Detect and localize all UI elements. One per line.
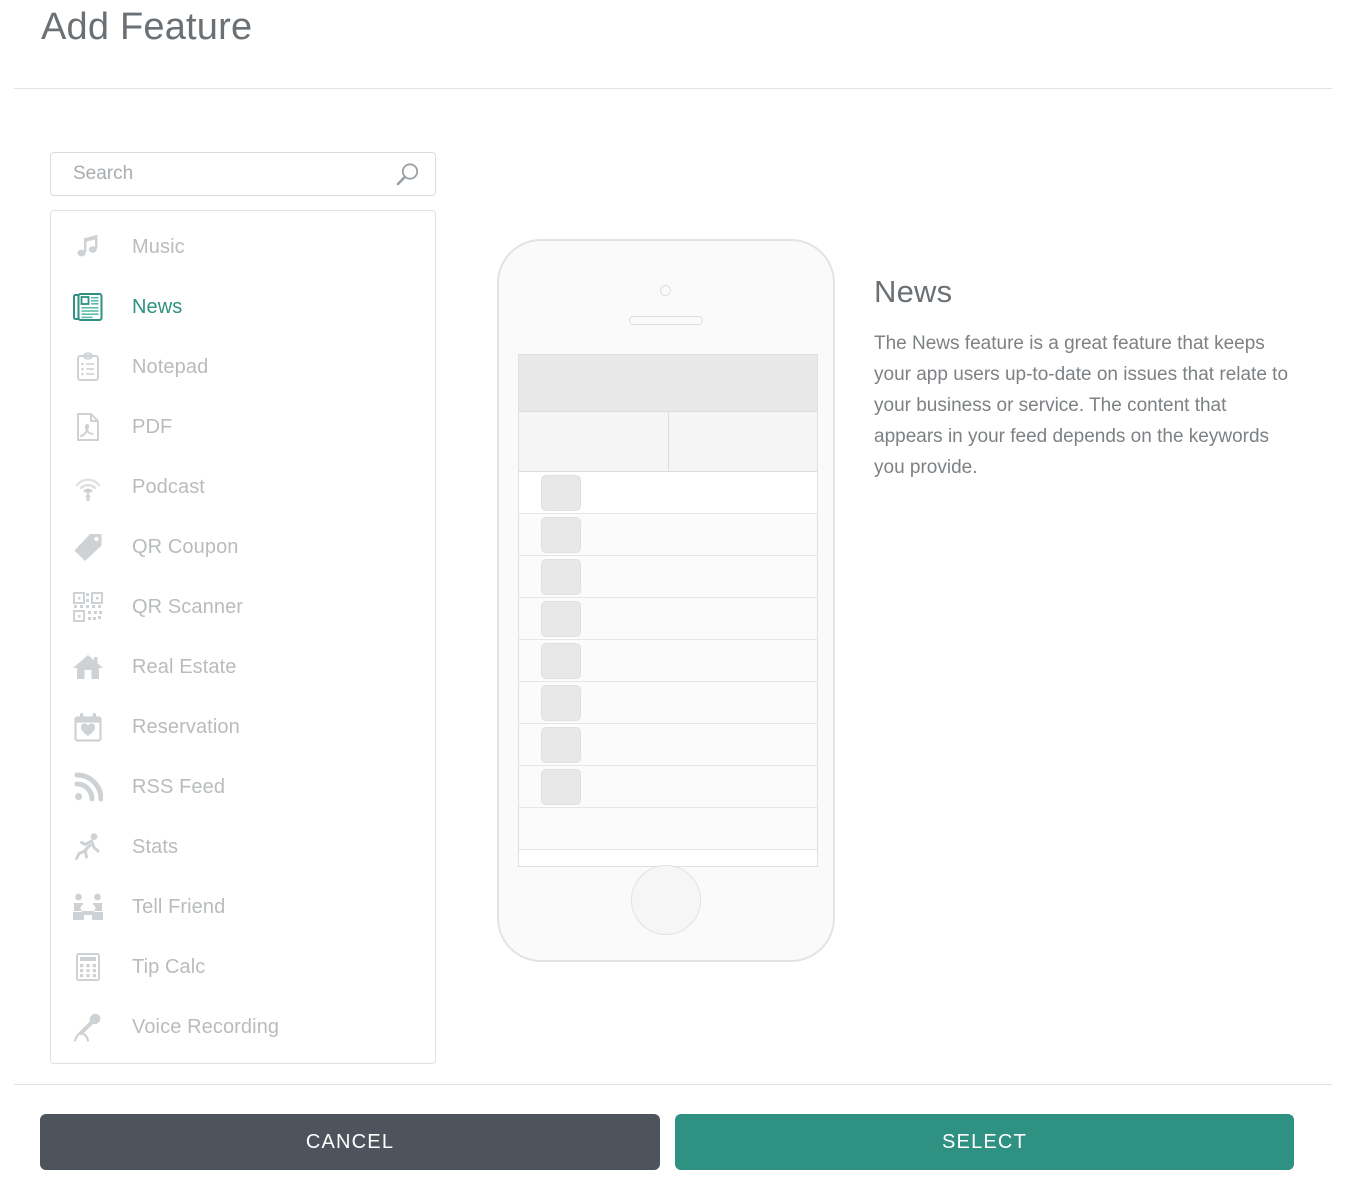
preview-row [519, 472, 817, 514]
feature-item-label: RSS Feed [132, 775, 226, 798]
page-title: Add Feature [41, 6, 253, 48]
preview-row [519, 766, 817, 808]
feature-item-label: Podcast [132, 475, 205, 498]
dialog-header: Add Feature [0, 0, 1346, 86]
feature-item-qr-coupon[interactable]: QR Coupon [51, 517, 435, 577]
select-button[interactable]: SELECT [675, 1114, 1294, 1170]
preview-thumbnail [541, 726, 581, 763]
two-people-icon [71, 890, 105, 924]
feature-item-notepad[interactable]: Notepad [51, 337, 435, 397]
preview-thumbnail [541, 642, 581, 679]
feature-item-voice-recording[interactable]: Voice Recording [51, 997, 435, 1057]
feature-item-label: QR Scanner [132, 595, 244, 618]
phone-home-button [631, 865, 701, 935]
preview-thumbnail [541, 600, 581, 637]
rss-icon [71, 770, 105, 804]
feature-item-label: Stats [132, 835, 179, 858]
preview-tab [667, 412, 817, 471]
running-person-icon [71, 830, 105, 864]
preview-tabs [519, 412, 817, 472]
podcast-icon [71, 470, 105, 504]
feature-detail-description: The News feature is a great feature that… [874, 333, 1289, 478]
feature-list[interactable]: Music News Notepad PDF Podcast QR Coupon… [50, 210, 436, 1064]
phone-speaker-icon [629, 316, 703, 325]
preview-thumbnail [541, 684, 581, 721]
feature-item-label: Reservation [132, 715, 240, 738]
preview-row [519, 682, 817, 724]
feature-item-stats[interactable]: Stats [51, 817, 435, 877]
house-icon [71, 650, 105, 684]
preview-thumbnail [541, 558, 581, 595]
dialog-footer: CANCEL SELECT [0, 1084, 1346, 1184]
pdf-file-icon [71, 410, 105, 444]
preview-row [519, 514, 817, 556]
feature-item-label: Voice Recording [132, 1015, 280, 1038]
feature-item-real-estate[interactable]: Real Estate [51, 637, 435, 697]
search-box[interactable] [50, 152, 436, 196]
feature-item-label: News [132, 295, 183, 318]
preview-row [519, 556, 817, 598]
music-note-icon [71, 230, 105, 264]
preview-tab [519, 412, 668, 471]
feature-browser: Music N [50, 152, 438, 1064]
feature-item-label: PDF [132, 415, 173, 438]
newspaper-icon [71, 290, 105, 324]
preview-topbar [519, 355, 817, 412]
cancel-button[interactable]: CANCEL [40, 1114, 660, 1170]
tag-icon [71, 530, 105, 564]
feature-item-label: Tell Friend [132, 895, 226, 918]
feature-item-tell-friend[interactable]: Tell Friend [51, 877, 435, 937]
feature-item-reservation[interactable]: Reservation [51, 697, 435, 757]
clipboard-icon [71, 350, 105, 384]
preview-row [519, 598, 817, 640]
feature-item-label: QR Coupon [132, 535, 239, 558]
feature-item-music[interactable]: Music [51, 217, 435, 277]
phone-screen [518, 354, 818, 867]
qr-code-icon [71, 590, 105, 624]
preview-thumbnail [541, 768, 581, 805]
preview-row [519, 724, 817, 766]
feature-item-tip-calc[interactable]: Tip Calc [51, 937, 435, 997]
calculator-icon [71, 950, 105, 984]
feature-item-label: Tip Calc [132, 955, 206, 978]
microphone-icon [71, 1010, 105, 1044]
feature-item-podcast[interactable]: Podcast [51, 457, 435, 517]
preview-thumbnail [541, 516, 581, 553]
feature-detail: News The News feature is a great feature… [874, 274, 1304, 483]
feature-detail-title: News [874, 274, 953, 309]
feature-item-news[interactable]: News [51, 277, 435, 337]
feature-item-label: Notepad [132, 355, 209, 378]
phone-mockup [497, 239, 835, 962]
feature-item-rss-feed[interactable]: RSS Feed [51, 757, 435, 817]
feature-item-qr-scanner[interactable]: QR Scanner [51, 577, 435, 637]
feature-item-label: Music [132, 235, 185, 258]
footer-divider [14, 1084, 1332, 1085]
feature-preview [497, 239, 837, 964]
preview-row [519, 640, 817, 682]
preview-row-empty [519, 808, 817, 850]
phone-camera-icon [660, 285, 671, 296]
feature-item-pdf[interactable]: PDF [51, 397, 435, 457]
search-icon[interactable] [393, 161, 421, 189]
preview-thumbnail [541, 474, 581, 511]
feature-item-label: Real Estate [132, 655, 237, 678]
search-input[interactable] [51, 153, 381, 195]
calendar-heart-icon [71, 710, 105, 744]
dialog-body: Music N [0, 89, 1346, 1084]
